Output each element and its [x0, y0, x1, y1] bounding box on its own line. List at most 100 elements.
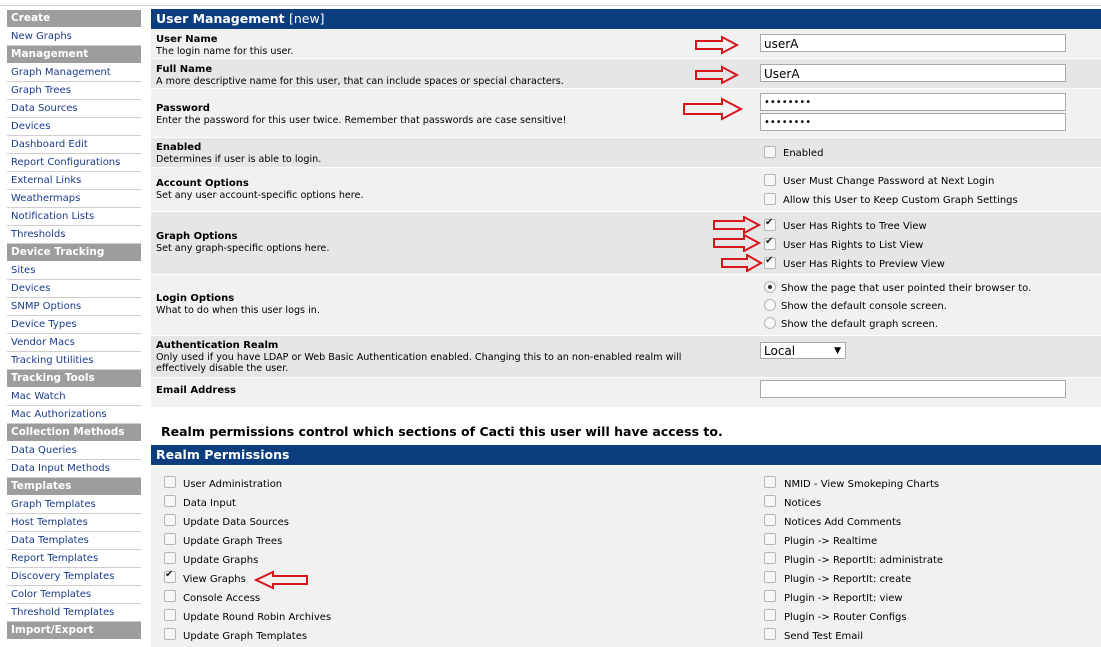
- perm-reportit-view-checkbox[interactable]: [764, 590, 776, 602]
- sidebar-item-report-templates[interactable]: Report Templates: [7, 550, 141, 568]
- sidebar-item-external-links[interactable]: External Links: [7, 172, 141, 190]
- graph-options-description: Set any graph-specific options here.: [156, 243, 330, 254]
- sidebar-item-sites[interactable]: Sites: [7, 262, 141, 280]
- sidebar-item-data-queries[interactable]: Data Queries: [7, 442, 141, 460]
- page-title-suffix: [new]: [288, 11, 325, 26]
- sidebar-item-threshold-templates[interactable]: Threshold Templates: [7, 604, 141, 622]
- perm-update-graph-templates-checkbox[interactable]: [164, 628, 176, 640]
- row-login-options: Login Options What to do when this user …: [151, 275, 1101, 336]
- realm-permissions-header: Realm Permissions: [151, 445, 1101, 465]
- must-change-password-checkbox[interactable]: [764, 174, 776, 186]
- auth-realm-value: Local: [764, 344, 796, 358]
- perm-update-graph-trees-label: Update Graph Trees: [183, 536, 283, 547]
- enabled-checkbox[interactable]: [764, 146, 776, 158]
- list-view-checkbox[interactable]: [764, 236, 776, 250]
- sidebar-nav: Create New Graphs Management Graph Manag…: [7, 10, 141, 640]
- sidebar-item-dashboard-edit[interactable]: Dashboard Edit: [7, 136, 141, 154]
- sidebar-item-graph-management[interactable]: Graph Management: [7, 64, 141, 82]
- auth-realm-select[interactable]: Local ▼: [760, 342, 846, 359]
- sidebar-item-data-input-methods[interactable]: Data Input Methods: [7, 460, 141, 478]
- tree-view-checkbox[interactable]: [764, 217, 776, 231]
- login-options-label: Login Options: [156, 293, 235, 304]
- login-graph-radio[interactable]: [764, 317, 776, 329]
- sidebar-item-devices[interactable]: Devices: [7, 118, 141, 136]
- list-view-label: User Has Rights to List View: [783, 240, 924, 251]
- perm-nmid-smokeping-label: NMID - View Smokeping Charts: [784, 479, 940, 490]
- enabled-label: Enabled: [156, 142, 202, 153]
- perm-update-rra-label: Update Round Robin Archives: [183, 612, 332, 623]
- preview-view-checkbox[interactable]: [764, 255, 776, 269]
- perm-update-graph-trees-checkbox[interactable]: [164, 533, 176, 545]
- sidebar-item-new-graphs[interactable]: New Graphs: [7, 28, 141, 46]
- full-name-input[interactable]: UserA: [760, 64, 1066, 82]
- sidebar-item-data-sources[interactable]: Data Sources: [7, 100, 141, 118]
- password-label: Password: [156, 103, 210, 114]
- sidebar-section-management: Management: [7, 46, 141, 64]
- perm-user-administration-checkbox[interactable]: [164, 476, 176, 488]
- sidebar-item-graph-templates[interactable]: Graph Templates: [7, 496, 141, 514]
- perm-plugin-realtime-label: Plugin -> Realtime: [784, 536, 878, 547]
- email-address-input[interactable]: [760, 380, 1066, 398]
- sidebar-item-color-templates[interactable]: Color Templates: [7, 586, 141, 604]
- sidebar-section-templates: Templates: [7, 478, 141, 496]
- sidebar-item-tracking-devices[interactable]: Devices: [7, 280, 141, 298]
- perm-router-configs-checkbox[interactable]: [764, 609, 776, 621]
- perm-view-graphs-checkbox[interactable]: [164, 569, 176, 583]
- perm-console-access-label: Console Access: [183, 593, 261, 604]
- sidebar-item-thresholds[interactable]: Thresholds: [7, 226, 141, 244]
- perm-reportit-create-checkbox[interactable]: [764, 571, 776, 583]
- auth-realm-label: Authentication Realm: [156, 340, 279, 351]
- sidebar-item-mac-watch[interactable]: Mac Watch: [7, 388, 141, 406]
- annotation-arrow-icon: [713, 216, 762, 234]
- sidebar-item-device-types[interactable]: Device Types: [7, 316, 141, 334]
- perm-plugin-realtime-checkbox[interactable]: [764, 533, 776, 545]
- perm-update-data-sources-checkbox[interactable]: [164, 514, 176, 526]
- account-options-label: Account Options: [156, 178, 249, 189]
- realm-note-area: Realm permissions control which sections…: [151, 418, 1101, 442]
- perm-update-graphs-checkbox[interactable]: [164, 552, 176, 564]
- sidebar-item-data-templates[interactable]: Data Templates: [7, 532, 141, 550]
- user-name-input[interactable]: userA: [760, 34, 1066, 52]
- login-console-label: Show the default console screen.: [781, 301, 947, 312]
- sidebar-item-vendor-macs[interactable]: Vendor Macs: [7, 334, 141, 352]
- sidebar-item-tracking-utilities[interactable]: Tracking Utilities: [7, 352, 141, 370]
- sidebar-item-report-configurations[interactable]: Report Configurations: [7, 154, 141, 172]
- sidebar-item-graph-trees[interactable]: Graph Trees: [7, 82, 141, 100]
- sidebar-item-discovery-templates[interactable]: Discovery Templates: [7, 568, 141, 586]
- preview-view-label: User Has Rights to Preview View: [783, 259, 945, 270]
- perm-reportit-administrate-checkbox[interactable]: [764, 552, 776, 564]
- sidebar-section-tracking-tools: Tracking Tools: [7, 370, 141, 388]
- sidebar-item-mac-authorizations[interactable]: Mac Authorizations: [7, 406, 141, 424]
- perm-update-data-sources-label: Update Data Sources: [183, 517, 290, 528]
- password-input[interactable]: ••••••••: [760, 93, 1066, 111]
- perm-send-test-email-checkbox[interactable]: [764, 628, 776, 640]
- password-confirm-input[interactable]: ••••••••: [760, 113, 1066, 131]
- sidebar-item-snmp-options[interactable]: SNMP Options: [7, 298, 141, 316]
- perm-notices-checkbox[interactable]: [764, 495, 776, 507]
- perm-nmid-smokeping-checkbox[interactable]: [764, 476, 776, 488]
- full-name-description: A more descriptive name for this user, t…: [156, 76, 564, 87]
- login-console-radio[interactable]: [764, 299, 776, 311]
- perm-data-input-checkbox[interactable]: [164, 495, 176, 507]
- sidebar-item-weathermaps[interactable]: Weathermaps: [7, 190, 141, 208]
- sidebar-item-host-templates[interactable]: Host Templates: [7, 514, 141, 532]
- keep-graph-settings-checkbox[interactable]: [764, 193, 776, 205]
- perm-console-access-checkbox[interactable]: [164, 590, 176, 602]
- sidebar-item-notification-lists[interactable]: Notification Lists: [7, 208, 141, 226]
- realm-permissions-grid: User Administration Data Input Update Da…: [151, 466, 1101, 647]
- login-referer-radio[interactable]: [764, 281, 776, 293]
- sidebar-section-import-export: Import/Export: [7, 622, 141, 640]
- enabled-option-label: Enabled: [783, 148, 824, 159]
- perm-notices-comments-label: Notices Add Comments: [784, 517, 902, 528]
- user-name-description: The login name for this user.: [156, 46, 294, 57]
- perm-notices-comments-checkbox[interactable]: [764, 514, 776, 526]
- auth-realm-description-2: effectively disable the user.: [156, 363, 289, 374]
- perm-router-configs-label: Plugin -> Router Configs: [784, 612, 907, 623]
- graph-options-label: Graph Options: [156, 231, 238, 242]
- perm-reportit-administrate-label: Plugin -> ReportIt: administrate: [784, 555, 944, 566]
- perm-update-rra-checkbox[interactable]: [164, 609, 176, 621]
- perm-view-graphs-label: View Graphs: [183, 574, 246, 585]
- annotation-arrow-icon: [721, 254, 764, 272]
- sidebar-section-create: Create: [7, 10, 141, 28]
- email-address-label: Email Address: [156, 385, 237, 396]
